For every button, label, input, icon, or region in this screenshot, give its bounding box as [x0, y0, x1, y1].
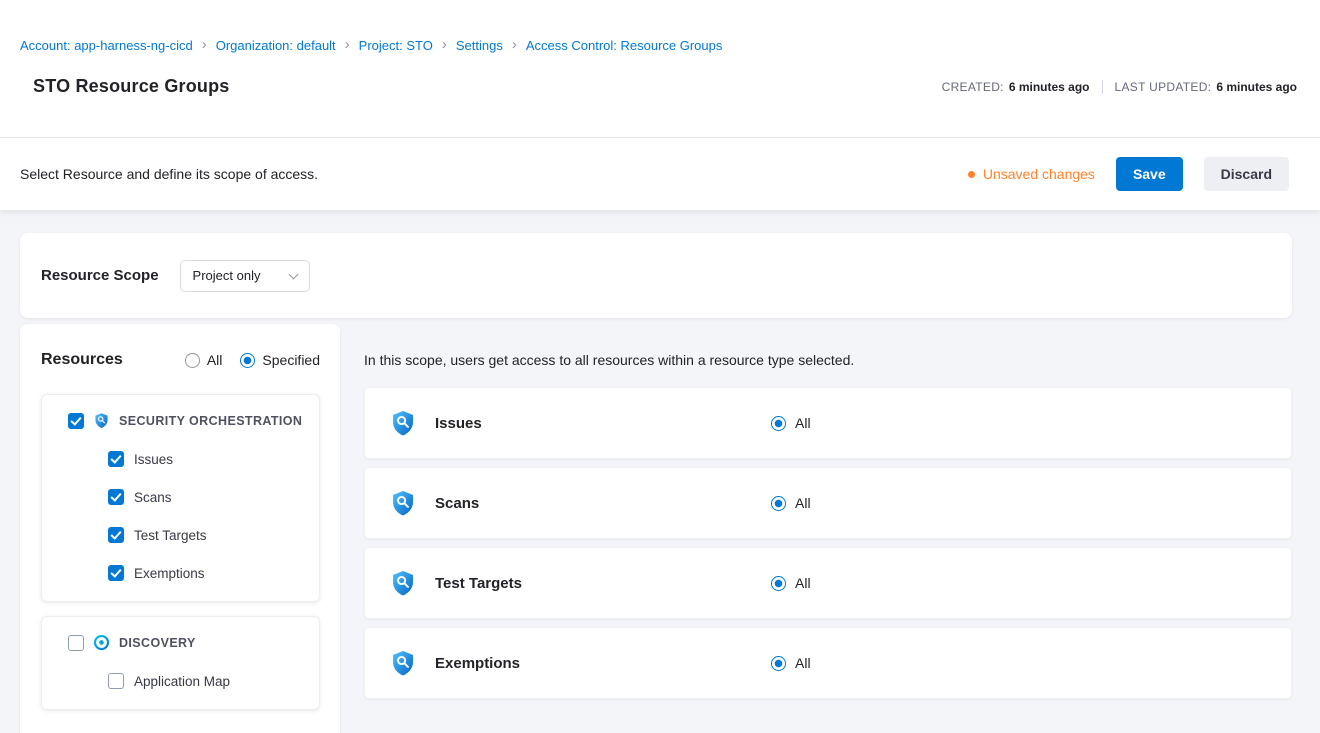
access-radio-all[interactable]: All — [771, 575, 811, 591]
sto-shield-icon — [389, 409, 417, 437]
resource-row-exemptions: Exemptions All — [364, 627, 1292, 699]
group-items: Application Map — [108, 673, 309, 689]
chevron-right-icon: › — [442, 37, 447, 54]
radio-button-icon[interactable] — [771, 416, 786, 431]
unsaved-changes-label: Unsaved changes — [983, 166, 1095, 182]
breadcrumb-item-organization[interactable]: Organization: default — [216, 38, 336, 53]
resource-group-security-orchestration: SECURITY ORCHESTRATION Issues Scans Test… — [41, 394, 320, 602]
checkbox-row-exemptions[interactable]: Exemptions — [108, 565, 309, 581]
checkbox-icon[interactable] — [108, 451, 124, 467]
resource-scope-dropdown[interactable]: Project only — [180, 260, 310, 292]
discard-button[interactable]: Discard — [1204, 157, 1289, 191]
unsaved-dot-icon — [968, 171, 975, 178]
content-columns: Resources All Specified — [20, 324, 1292, 733]
header-meta: CREATED: 6 minutes ago LAST UPDATED: 6 m… — [942, 80, 1297, 94]
access-radio-label: All — [795, 495, 811, 511]
access-radio-label: All — [795, 575, 811, 591]
radio-button-icon[interactable] — [771, 656, 786, 671]
radio-all-label: All — [207, 352, 223, 368]
resource-row-label: Test Targets — [435, 575, 771, 592]
resource-scope-card: Resource Scope Project only — [20, 233, 1292, 318]
group-header: SECURITY ORCHESTRATION — [68, 412, 309, 429]
last-updated-value: 6 minutes ago — [1216, 80, 1297, 94]
checkbox-row-application-map[interactable]: Application Map — [108, 673, 309, 689]
radio-button-icon[interactable] — [240, 353, 255, 368]
checkbox-label: Application Map — [134, 674, 230, 689]
toolbar-actions: Unsaved changes Save Discard — [968, 157, 1289, 191]
checkbox-security-orchestration[interactable] — [68, 413, 84, 429]
resource-row-issues: Issues All — [364, 387, 1292, 459]
checkbox-icon[interactable] — [108, 527, 124, 543]
resource-row-label: Issues — [435, 415, 771, 432]
resource-group-discovery: DISCOVERY Application Map — [41, 616, 320, 710]
checkbox-row-test-targets[interactable]: Test Targets — [108, 527, 309, 543]
resources-panel: Resources All Specified — [20, 324, 340, 733]
checkbox-label: Issues — [134, 452, 173, 467]
page-header: Account: app-harness-ng-cicd › Organizat… — [0, 0, 1320, 138]
radio-all[interactable]: All — [185, 352, 223, 368]
access-radio-label: All — [795, 655, 811, 671]
access-radio-all[interactable]: All — [771, 415, 811, 431]
chevron-right-icon: › — [202, 37, 207, 54]
page-title: STO Resource Groups — [33, 76, 230, 97]
resources-title: Resources — [41, 351, 123, 369]
checkbox-label: Scans — [134, 490, 172, 505]
chevron-right-icon: › — [345, 37, 350, 54]
sto-shield-icon — [389, 489, 417, 517]
radio-button-icon[interactable] — [771, 576, 786, 591]
toolbar-description: Select Resource and define its scope of … — [20, 166, 318, 182]
resource-row-test-targets: Test Targets All — [364, 547, 1292, 619]
breadcrumb-item-project[interactable]: Project: STO — [359, 38, 433, 53]
sto-shield-icon — [389, 569, 417, 597]
sto-shield-icon — [389, 649, 417, 677]
title-row: STO Resource Groups CREATED: 6 minutes a… — [20, 76, 1297, 97]
resource-scope-label: Resource Scope — [41, 267, 159, 284]
checkbox-label: Test Targets — [134, 528, 207, 543]
breadcrumb-item-settings[interactable]: Settings — [456, 38, 503, 53]
resource-scope-value: Project only — [193, 268, 261, 283]
group-header: DISCOVERY — [68, 634, 309, 651]
checkbox-row-issues[interactable]: Issues — [108, 451, 309, 467]
scope-info-text: In this scope, users get access to all r… — [364, 352, 1292, 368]
chevron-right-icon: › — [512, 37, 517, 54]
checkbox-label: Exemptions — [134, 566, 205, 581]
breadcrumb-item-account[interactable]: Account: app-harness-ng-cicd — [20, 38, 193, 53]
main-content: Resource Scope Project only Resources Al… — [0, 210, 1320, 733]
checkbox-icon[interactable] — [108, 565, 124, 581]
radio-specified[interactable]: Specified — [240, 352, 320, 368]
created-label: CREATED: — [942, 80, 1004, 94]
checkbox-discovery[interactable] — [68, 635, 84, 651]
discovery-icon — [93, 634, 110, 651]
unsaved-changes-indicator: Unsaved changes — [968, 166, 1095, 182]
group-items: Issues Scans Test Targets Exemptions — [108, 451, 309, 581]
resources-header: Resources All Specified — [41, 351, 320, 369]
radio-button-icon[interactable] — [185, 353, 200, 368]
checkbox-icon[interactable] — [108, 489, 124, 505]
checkbox-icon[interactable] — [108, 673, 124, 689]
radio-specified-label: Specified — [262, 352, 320, 368]
sto-shield-icon — [93, 412, 110, 429]
radio-button-icon[interactable] — [771, 496, 786, 511]
save-button[interactable]: Save — [1116, 157, 1183, 191]
created-value: 6 minutes ago — [1009, 80, 1090, 94]
meta-divider — [1102, 80, 1103, 94]
group-label: DISCOVERY — [119, 636, 196, 650]
resources-filter: All Specified — [185, 352, 320, 368]
resource-row-label: Scans — [435, 495, 771, 512]
access-radio-label: All — [795, 415, 811, 431]
breadcrumb: Account: app-harness-ng-cicd › Organizat… — [20, 37, 1297, 54]
breadcrumb-item-resource-groups[interactable]: Access Control: Resource Groups — [526, 38, 723, 53]
scope-rows-area: In this scope, users get access to all r… — [364, 324, 1292, 707]
resource-row-scans: Scans All — [364, 467, 1292, 539]
last-updated-label: LAST UPDATED: — [1115, 80, 1212, 94]
access-radio-all[interactable]: All — [771, 655, 811, 671]
chevron-down-icon — [288, 269, 298, 279]
access-radio-all[interactable]: All — [771, 495, 811, 511]
checkbox-row-scans[interactable]: Scans — [108, 489, 309, 505]
group-label: SECURITY ORCHESTRATION — [119, 414, 302, 428]
action-toolbar: Select Resource and define its scope of … — [0, 138, 1320, 210]
resource-row-label: Exemptions — [435, 655, 771, 672]
